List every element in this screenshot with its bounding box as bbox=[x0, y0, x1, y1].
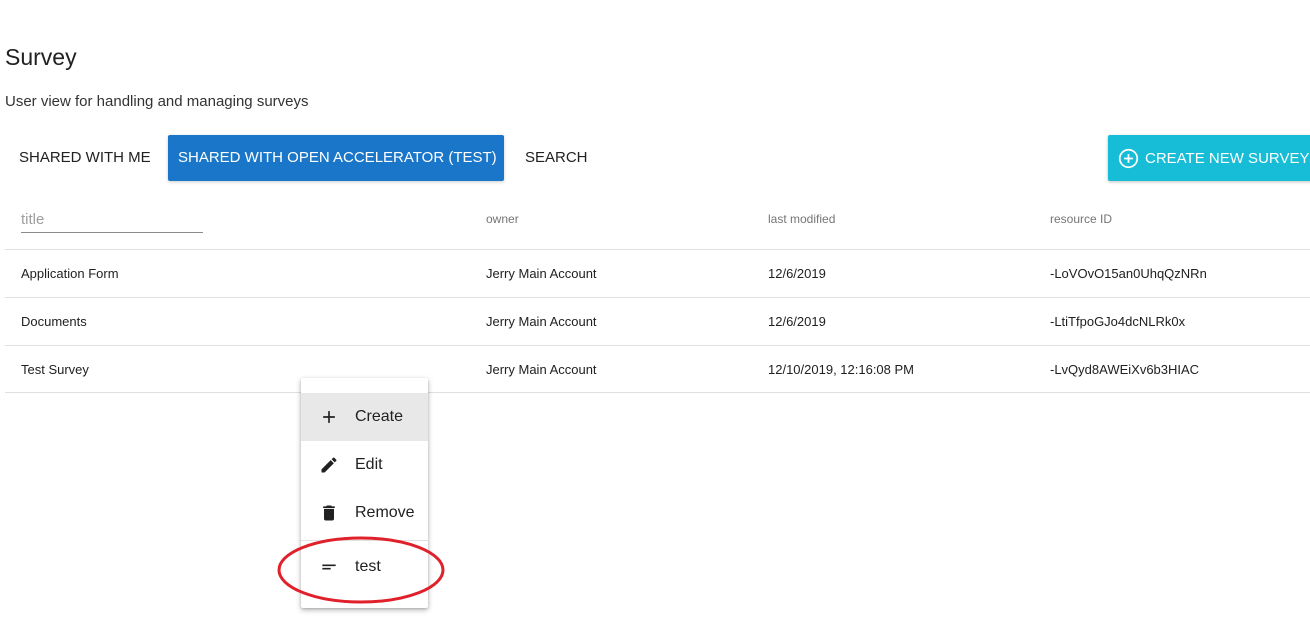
trash-icon bbox=[323, 505, 335, 521]
pencil-icon bbox=[321, 457, 337, 473]
menu-item-edit-label: Edit bbox=[355, 456, 383, 473]
context-menu: Create Edit Remove test bbox=[301, 378, 428, 608]
cell-owner: Jerry Main Account bbox=[486, 362, 597, 377]
tab-shared-with-open-accelerator[interactable]: SHARED WITH OPEN ACCELERATOR (TEST) bbox=[168, 135, 504, 181]
page-title: Survey bbox=[5, 44, 77, 70]
table-row[interactable]: Application Form Jerry Main Account 12/6… bbox=[5, 249, 1310, 297]
cell-resource-id: -LtiTfpoGJo4dcNLRk0x bbox=[1050, 314, 1186, 329]
page-subtitle: User view for handling and managing surv… bbox=[5, 93, 309, 110]
cell-resource-id: -LoVOvO15an0UhqQzNRn bbox=[1050, 266, 1207, 281]
menu-item-remove-label: Remove bbox=[355, 504, 415, 521]
cell-title: Application Form bbox=[21, 266, 119, 281]
title-filter-input[interactable] bbox=[21, 206, 203, 233]
menu-item-test-label: test bbox=[355, 558, 381, 575]
cell-title: Test Survey bbox=[21, 362, 89, 377]
cell-title: Documents bbox=[21, 314, 87, 329]
menu-divider bbox=[301, 540, 428, 541]
menu-item-create[interactable]: Create bbox=[301, 393, 428, 441]
table-row[interactable]: Documents Jerry Main Account 12/6/2019 -… bbox=[5, 297, 1310, 345]
tab-shared-with-me[interactable]: SHARED WITH ME bbox=[9, 135, 161, 181]
cell-last-modified: 12/10/2019, 12:16:08 PM bbox=[768, 362, 915, 377]
menu-item-create-label: Create bbox=[355, 408, 404, 425]
cell-last-modified: 12/6/2019 bbox=[768, 266, 826, 281]
cell-resource-id: -LvQyd8AWEiXv6b3HIAC bbox=[1050, 362, 1200, 377]
column-header-resource-id[interactable]: resource ID bbox=[1050, 212, 1112, 226]
column-header-owner[interactable]: owner bbox=[486, 212, 519, 226]
cell-owner: Jerry Main Account bbox=[486, 266, 597, 281]
create-new-survey-label: CREATE NEW SURVEY bbox=[1145, 149, 1310, 167]
menu-item-edit[interactable]: Edit bbox=[301, 441, 428, 489]
cell-last-modified: 12/6/2019 bbox=[768, 314, 826, 329]
column-header-last-modified[interactable]: last modified bbox=[768, 212, 835, 226]
short-text-icon bbox=[322, 564, 336, 570]
plus-circle-icon bbox=[1118, 148, 1139, 168]
cell-owner: Jerry Main Account bbox=[486, 314, 597, 329]
tab-search[interactable]: SEARCH bbox=[515, 135, 598, 181]
create-new-survey-button[interactable]: CREATE NEW SURVEY bbox=[1108, 135, 1310, 181]
table-row[interactable]: Test Survey Jerry Main Account 12/10/201… bbox=[5, 345, 1310, 393]
menu-item-remove[interactable]: Remove bbox=[301, 489, 428, 537]
plus-icon bbox=[323, 411, 335, 423]
menu-item-test[interactable]: test bbox=[301, 543, 428, 591]
